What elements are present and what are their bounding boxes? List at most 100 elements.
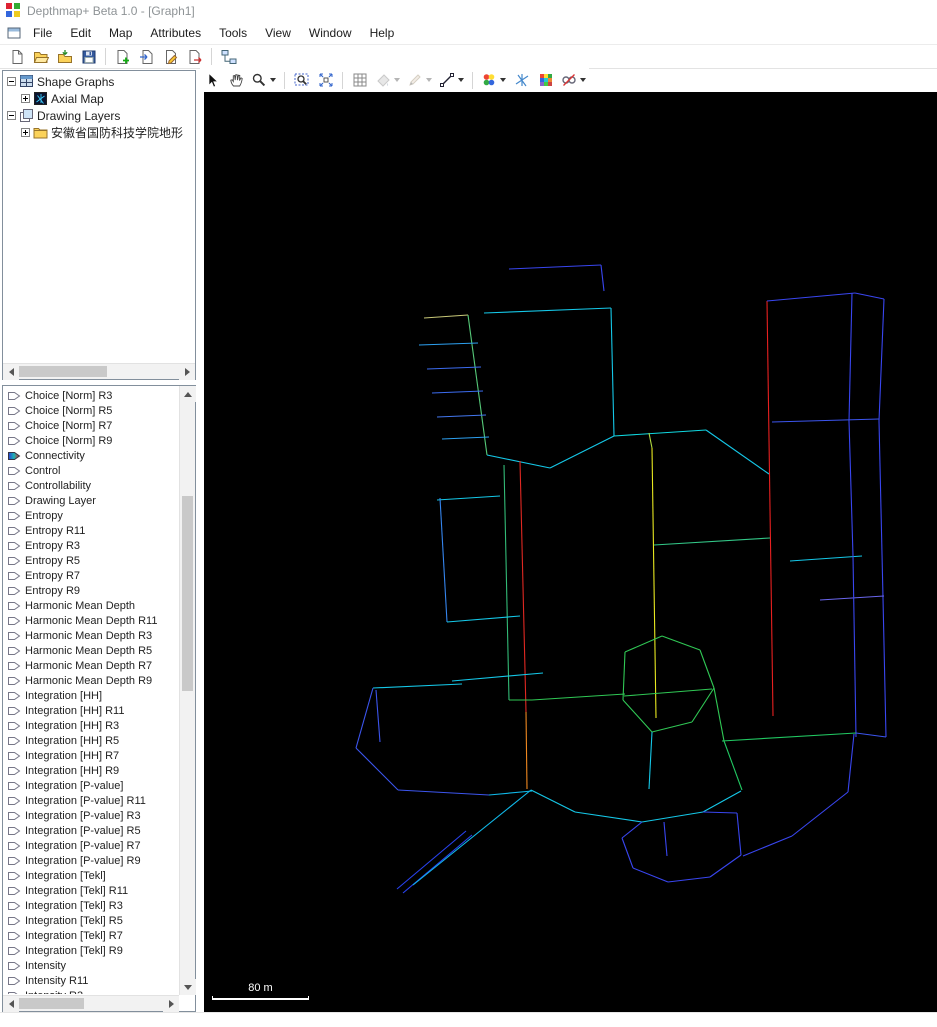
axial-line[interactable] xyxy=(431,390,484,394)
axial-line[interactable] xyxy=(852,555,857,738)
scroll-right-button[interactable] xyxy=(163,996,179,1012)
save-file-button[interactable] xyxy=(77,46,100,67)
dropdown-arrow-icon[interactable] xyxy=(580,78,586,82)
attribute-item[interactable]: Drawing Layer xyxy=(4,493,179,508)
axial-line[interactable] xyxy=(355,747,399,791)
axial-line[interactable] xyxy=(436,495,501,501)
menu-edit[interactable]: Edit xyxy=(61,24,100,42)
menu-map[interactable]: Map xyxy=(100,24,141,42)
attribute-item[interactable]: Control xyxy=(4,463,179,478)
export-map-button[interactable] xyxy=(183,46,206,67)
axial-line[interactable] xyxy=(641,811,704,823)
color-matrix-button[interactable] xyxy=(534,70,557,91)
axial-line[interactable] xyxy=(663,821,668,857)
attribute-item[interactable]: Integration [Tekl] R7 xyxy=(4,928,179,943)
attribute-item[interactable]: Harmonic Mean Depth R5 xyxy=(4,643,179,658)
axial-line[interactable] xyxy=(483,307,612,314)
menu-attributes[interactable]: Attributes xyxy=(141,24,210,42)
attribute-item[interactable]: Controllability xyxy=(4,478,179,493)
select-button[interactable] xyxy=(200,70,223,91)
axial-line[interactable] xyxy=(667,876,711,883)
attribute-item[interactable]: Integration [P-value] R9 xyxy=(4,853,179,868)
scrollbar-thumb[interactable] xyxy=(19,998,84,1009)
zoom-window-button[interactable] xyxy=(290,70,313,91)
scroll-down-button[interactable] xyxy=(180,979,196,995)
axial-line[interactable] xyxy=(691,687,715,723)
attribute-item[interactable]: Harmonic Mean Depth R7 xyxy=(4,658,179,673)
dropdown-arrow-icon[interactable] xyxy=(500,78,506,82)
axial-line[interactable] xyxy=(372,683,463,689)
axial-line[interactable] xyxy=(709,854,742,878)
unlink-button[interactable] xyxy=(558,70,589,91)
axial-line[interactable] xyxy=(446,615,521,623)
axial-line[interactable] xyxy=(375,689,381,743)
axial-line[interactable] xyxy=(713,687,725,742)
line-button[interactable] xyxy=(436,70,467,91)
scroll-up-button[interactable] xyxy=(180,386,196,402)
axial-line[interactable] xyxy=(848,292,853,422)
axial-line[interactable] xyxy=(878,298,885,422)
scrollbar-track[interactable] xyxy=(19,364,179,379)
menu-window[interactable]: Window xyxy=(300,24,361,42)
attribute-item[interactable]: Integration [P-value] R7 xyxy=(4,838,179,853)
attribute-item[interactable]: Entropy xyxy=(4,508,179,523)
axial-line[interactable] xyxy=(723,740,743,791)
axial-line[interactable] xyxy=(451,672,544,682)
axial-line[interactable] xyxy=(531,693,626,701)
grid-button[interactable] xyxy=(348,70,371,91)
attribute-item[interactable]: Integration [HH] R11 xyxy=(4,703,179,718)
attribute-item[interactable]: Integration [P-value] xyxy=(4,778,179,793)
axial-line[interactable] xyxy=(699,649,715,689)
attribute-item[interactable]: Integration [Tekl] R9 xyxy=(4,943,179,958)
axial-line[interactable] xyxy=(648,432,653,449)
attribute-item[interactable]: Entropy R9 xyxy=(4,583,179,598)
axial-line[interactable] xyxy=(766,292,856,302)
attribute-item[interactable]: Entropy R7 xyxy=(4,568,179,583)
axial-line[interactable] xyxy=(742,835,793,857)
axial-line[interactable] xyxy=(423,314,469,319)
axial-line[interactable] xyxy=(600,264,605,292)
attribute-item[interactable]: Choice [Norm] R3 xyxy=(4,388,179,403)
axial-line[interactable] xyxy=(855,732,887,738)
axial-line[interactable] xyxy=(789,555,863,562)
axial-line[interactable] xyxy=(508,264,602,270)
attribute-vscrollbar[interactable] xyxy=(179,386,196,995)
axial-line[interactable] xyxy=(623,688,713,697)
tree-item-drawing-layers[interactable]: Drawing Layers xyxy=(3,107,195,124)
attribute-item[interactable]: Choice [Norm] R9 xyxy=(4,433,179,448)
attribute-item[interactable]: Integration [P-value] R3 xyxy=(4,808,179,823)
attribute-item[interactable]: Integration [HH] R3 xyxy=(4,718,179,733)
attribute-item[interactable]: Integration [Tekl] R11 xyxy=(4,883,179,898)
dropdown-arrow-icon[interactable] xyxy=(270,78,276,82)
import-map-button[interactable] xyxy=(135,46,158,67)
axial-line[interactable] xyxy=(847,733,855,793)
axial-line[interactable] xyxy=(878,420,884,599)
axial-line[interactable] xyxy=(436,414,487,418)
attribute-item[interactable]: Integration [Tekl] xyxy=(4,868,179,883)
attribute-item[interactable]: Harmonic Mean Depth R3 xyxy=(4,628,179,643)
axial-line[interactable] xyxy=(653,537,771,546)
menu-tools[interactable]: Tools xyxy=(210,24,256,42)
attribute-item-selected[interactable]: Connectivity xyxy=(4,448,179,463)
scroll-right-button[interactable] xyxy=(179,364,195,380)
attribute-item[interactable]: Entropy R11 xyxy=(4,523,179,538)
fit-extent-button[interactable] xyxy=(314,70,337,91)
axial-line[interactable] xyxy=(530,789,576,813)
attribute-item[interactable]: Intensity R3 xyxy=(4,988,179,994)
axial-line[interactable] xyxy=(613,429,707,437)
axial-line[interactable] xyxy=(549,435,615,469)
axial-line[interactable] xyxy=(426,366,482,370)
axial-line[interactable] xyxy=(467,314,488,456)
collapse-icon[interactable] xyxy=(7,111,16,120)
attribute-item[interactable]: Harmonic Mean Depth R11 xyxy=(4,613,179,628)
tree-item-axial-map[interactable]: Axial Map xyxy=(3,90,195,107)
import-file-button[interactable] xyxy=(53,46,76,67)
collapse-icon[interactable] xyxy=(7,77,16,86)
tree-item-shape-graphs[interactable]: Shape Graphs xyxy=(3,73,195,90)
scrollbar-thumb[interactable] xyxy=(19,366,107,377)
edit-map-button[interactable] xyxy=(159,46,182,67)
axial-line[interactable] xyxy=(622,651,626,701)
map-canvas[interactable]: 80 m xyxy=(204,92,937,1012)
axial-line[interactable] xyxy=(721,732,857,742)
axial-line[interactable] xyxy=(441,436,490,440)
